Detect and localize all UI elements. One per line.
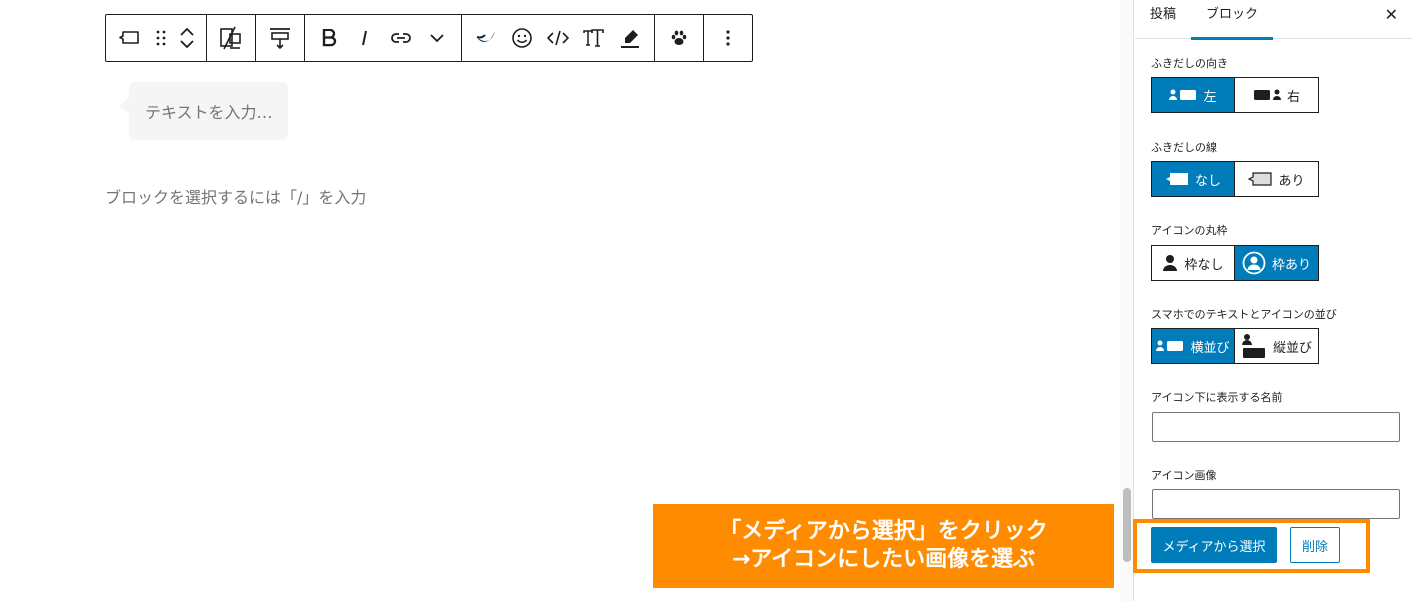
- vertical-layout-icon: [1241, 333, 1267, 359]
- emoji-icon[interactable]: [504, 15, 540, 61]
- balloon-no-border-icon: [1165, 172, 1189, 186]
- toolbar-group-align: [256, 15, 305, 61]
- drag-handle-icon[interactable]: [148, 15, 174, 61]
- border-toggle: なし あり: [1151, 161, 1319, 197]
- avatar-balloon-right-icon: [1253, 88, 1281, 102]
- link-icon[interactable]: [383, 15, 419, 61]
- move-up-icon[interactable]: [180, 28, 194, 36]
- balloon-block-icon[interactable]: [112, 15, 148, 61]
- direction-right-button[interactable]: 右: [1235, 77, 1319, 113]
- bold-icon[interactable]: [311, 15, 347, 61]
- direction-left-button[interactable]: 左: [1151, 77, 1235, 113]
- layout-horizontal-button[interactable]: 横並び: [1151, 328, 1235, 364]
- border-none-button[interactable]: なし: [1151, 161, 1235, 197]
- border-none-label: なし: [1194, 173, 1221, 189]
- border-label: ふきだしの線: [1151, 141, 1217, 154]
- icon-image-url-input[interactable]: [1152, 489, 1400, 519]
- layout-horizontal-label: 横並び: [1190, 340, 1230, 356]
- settings-sidebar: 投稿 ブロック ✕ ふきだしの向き 左 右 ふきだしの線 なし あり アイコンの…: [1135, 0, 1412, 601]
- block-selector-prompt[interactable]: ブロックを選択するには「/」を入力: [105, 184, 366, 208]
- text-size-icon[interactable]: [576, 15, 612, 61]
- layout-vertical-button[interactable]: 縦並び: [1235, 328, 1319, 364]
- mobile-layout-toggle: 横並び 縦並び: [1151, 328, 1319, 364]
- toolbar-group-format: [305, 15, 462, 61]
- italic-icon[interactable]: [347, 15, 383, 61]
- avatar-balloon-left-icon: [1169, 88, 1197, 102]
- block-toolbar: [105, 14, 753, 62]
- editor-scrollbar[interactable]: [1120, 0, 1134, 601]
- direction-label: ふきだしの向き: [1151, 57, 1228, 70]
- brand-highlight-icon[interactable]: [468, 15, 504, 61]
- frame-on-label: 枠あり: [1271, 257, 1311, 273]
- direction-toggle: 左 右: [1151, 77, 1319, 113]
- direction-right-label: 右: [1286, 89, 1300, 105]
- move-up-down-icon[interactable]: [174, 15, 200, 61]
- scrollbar-thumb[interactable]: [1123, 488, 1131, 562]
- icon-image-label: アイコン画像: [1151, 469, 1217, 482]
- move-down-icon[interactable]: [180, 40, 194, 48]
- avatar-circle-icon: [1242, 251, 1266, 275]
- balloon-text-placeholder[interactable]: テキストを入力…: [145, 99, 273, 123]
- icon-name-label: アイコン下に表示する名前: [1151, 391, 1283, 404]
- speech-balloon[interactable]: テキストを入力…: [119, 82, 288, 140]
- tab-block[interactable]: ブロック: [1191, 0, 1274, 40]
- border-on-button[interactable]: あり: [1235, 161, 1319, 197]
- code-icon[interactable]: [540, 15, 576, 61]
- layout-vertical-label: 縦並び: [1272, 340, 1312, 356]
- annotation-line-2: →アイコンにしたい画像を選ぶ: [731, 547, 1036, 572]
- frame-none-button[interactable]: 枠なし: [1151, 245, 1235, 281]
- frame-on-button[interactable]: 枠あり: [1235, 245, 1319, 281]
- horizontal-layout-icon: [1156, 339, 1184, 353]
- annotation-highlight-box: [1133, 519, 1370, 573]
- balloon-border-icon: [1248, 171, 1273, 187]
- avatar-icon: [1162, 254, 1178, 272]
- mobile-layout-label: スマホでのテキストとアイコンの並び: [1151, 308, 1337, 321]
- toolbar-group-visibility: [207, 15, 256, 61]
- close-icon[interactable]: ✕: [1385, 6, 1398, 24]
- toolbar-group-options: [704, 15, 752, 61]
- icon-name-input[interactable]: [1152, 412, 1400, 442]
- annotation-line-1: 「メディアから選択」をクリック: [719, 519, 1048, 544]
- toolbar-group-extra: [462, 15, 655, 61]
- icon-frame-label: アイコンの丸枠: [1151, 224, 1228, 237]
- toolbar-group-block: [106, 15, 207, 61]
- sidebar-tabs: 投稿 ブロック ✕: [1135, 0, 1412, 40]
- tab-post[interactable]: 投稿: [1135, 0, 1191, 39]
- direction-left-label: 左: [1203, 89, 1217, 105]
- chevron-down-icon[interactable]: [419, 15, 455, 61]
- marker-icon[interactable]: [612, 15, 648, 61]
- frame-none-label: 枠なし: [1184, 257, 1224, 273]
- toolbar-group-plugin: [655, 15, 704, 61]
- mobile-hide-icon[interactable]: [213, 15, 249, 61]
- icon-frame-toggle: 枠なし 枠あり: [1151, 245, 1319, 281]
- paw-icon[interactable]: [661, 15, 697, 61]
- border-on-label: あり: [1278, 173, 1305, 189]
- align-vertical-icon[interactable]: [262, 15, 298, 61]
- annotation-callout: 「メディアから選択」をクリック →アイコンにしたい画像を選ぶ: [653, 504, 1114, 588]
- more-options-icon[interactable]: [710, 15, 746, 61]
